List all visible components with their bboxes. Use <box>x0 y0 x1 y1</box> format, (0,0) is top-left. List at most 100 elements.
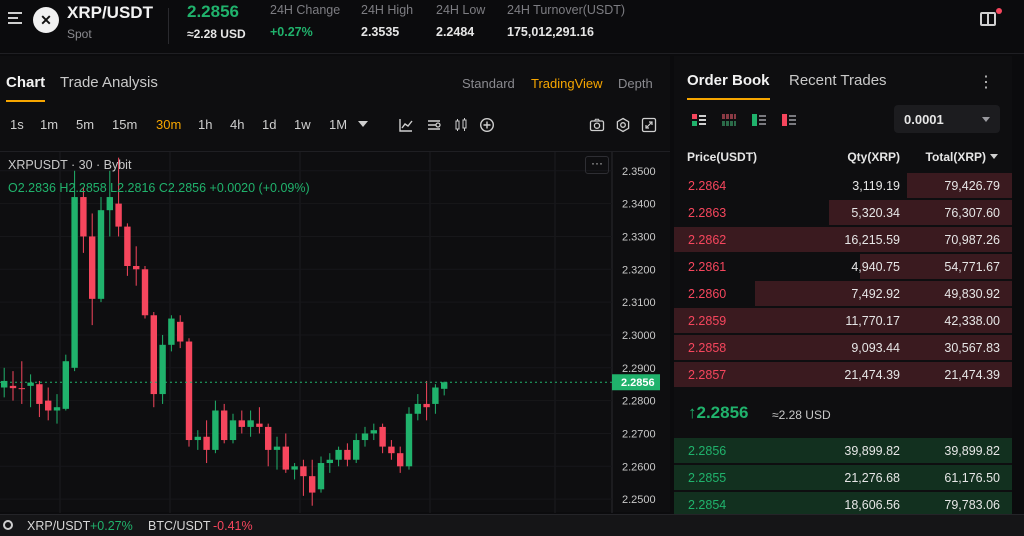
candle-up <box>194 436 201 441</box>
ask-row[interactable]: 2.2862 16,215.59 70,987.26 <box>674 226 1012 253</box>
row-qty: 3,119.19 <box>852 179 900 193</box>
tab-recent-trades[interactable]: Recent Trades <box>789 72 887 89</box>
price-tick-label: 2.2700 <box>622 428 656 440</box>
sort-caret-icon[interactable] <box>990 154 998 159</box>
pair-name[interactable]: XRP/USDT <box>67 3 153 23</box>
candle-down <box>203 436 210 450</box>
row-price: 2.2861 <box>688 260 727 274</box>
indicator-line-icon[interactable] <box>398 117 414 133</box>
price-tick-label: 2.3500 <box>622 166 656 178</box>
chart-legend-ohlc: O2.2836 H2.2858 L2.2816 C2.2856 +0.0020 … <box>8 181 310 195</box>
candle-up <box>71 197 78 368</box>
timeframe-5m[interactable]: 5m <box>76 117 94 132</box>
footer-pair[interactable]: BTC/USDT <box>148 519 211 533</box>
row-price: 2.2864 <box>688 179 727 193</box>
footer-pair[interactable]: XRP/USDT <box>27 519 90 533</box>
candle-down <box>18 388 25 390</box>
timeframe-30m[interactable]: 30m <box>156 117 181 132</box>
timeframe-15m[interactable]: 15m <box>112 117 137 132</box>
price-tick-label: 2.3200 <box>622 264 656 276</box>
ask-row[interactable]: 2.2861 4,940.75 54,771.67 <box>674 253 1012 280</box>
candle-up <box>27 382 34 386</box>
candle-down <box>115 203 122 227</box>
layout-asks-icon[interactable] <box>782 114 796 126</box>
candle-down <box>9 385 17 389</box>
tab-order-book[interactable]: Order Book <box>687 72 770 100</box>
layout-bids-icon[interactable] <box>752 114 766 126</box>
view-tradingview[interactable]: TradingView <box>531 76 603 91</box>
row-qty: 11,770.17 <box>845 314 900 328</box>
candle-up <box>62 361 69 409</box>
price-tick-label: 2.3000 <box>622 330 656 342</box>
row-price: 2.2854 <box>688 498 727 512</box>
ask-row[interactable]: 2.2857 21,474.39 21,474.39 <box>674 361 1012 388</box>
row-qty: 4,940.75 <box>851 260 900 274</box>
timeframe-1d[interactable]: 1d <box>262 117 276 132</box>
current-price-tag: 2.2856 <box>621 377 655 389</box>
candle-down <box>265 426 272 450</box>
row-qty: 21,474.39 <box>844 368 900 382</box>
candle-down <box>423 403 430 408</box>
candle-up <box>335 449 342 460</box>
tab-chart[interactable]: Chart <box>6 74 46 102</box>
camera-icon[interactable] <box>589 117 605 133</box>
timeframe-4h[interactable]: 4h <box>230 117 244 132</box>
candle-up <box>229 420 237 441</box>
view-standard[interactable]: Standard <box>462 76 515 91</box>
row-total: 21,474.39 <box>944 368 1000 382</box>
row-total: 30,567.83 <box>944 341 1000 355</box>
candle-down <box>141 269 149 316</box>
row-qty: 16,215.59 <box>844 233 900 247</box>
timeframe-1M[interactable]: 1M <box>329 117 347 132</box>
ask-row[interactable]: 2.2864 3,119.19 79,426.79 <box>674 172 1012 199</box>
tab-trade-analysis[interactable]: Trade Analysis <box>60 74 158 91</box>
layout-both-icon[interactable] <box>692 114 706 126</box>
bid-row[interactable]: 2.2856 39,899.82 39,899.82 <box>674 437 1012 464</box>
candle-down <box>80 197 87 237</box>
candle-up <box>353 440 360 460</box>
timeframe-1m[interactable]: 1m <box>40 117 58 132</box>
price-tick-label: 2.3300 <box>622 231 656 243</box>
stat-value: 175,012,291.16 <box>507 25 594 39</box>
add-indicator-icon[interactable] <box>479 117 495 133</box>
book-icon[interactable] <box>980 12 996 26</box>
row-total: 79,426.79 <box>944 179 1000 193</box>
ask-row[interactable]: 2.2860 7,492.92 49,830.92 <box>674 280 1012 307</box>
chart-canvas[interactable]: 2.3500 2.3400 2.3300 2.3200 2.3100 2.3000 2.29… <box>0 152 670 513</box>
bid-row[interactable]: 2.2855 21,276.68 61,176.50 <box>674 464 1012 491</box>
more-options-icon[interactable]: ··· <box>585 156 609 174</box>
chevron-down-icon[interactable] <box>358 121 368 127</box>
precision-value: 0.0001 <box>904 112 944 127</box>
menu-icon[interactable] <box>8 12 22 24</box>
candlestick-chart[interactable]: 2.3500 2.3400 2.3300 2.3200 2.3100 2.3000 2.29… <box>0 151 670 513</box>
chart-legend-symbol: XRPUSDT · 30 · Bybit <box>8 158 132 172</box>
stat-24h-low: 24H Low 2.2484 <box>436 3 485 39</box>
gear-icon[interactable] <box>615 117 631 133</box>
view-depth[interactable]: Depth <box>618 76 653 91</box>
row-total: 39,899.82 <box>944 444 1000 458</box>
stat-24h-high: 24H High 2.3535 <box>361 3 413 39</box>
price-tick-label: 2.3100 <box>622 297 656 309</box>
ask-row[interactable]: 2.2859 11,770.17 42,338.00 <box>674 307 1012 334</box>
precision-select[interactable]: 0.0001 <box>894 105 1000 133</box>
candle-down <box>221 410 228 441</box>
stat-24h-turnover: 24H Turnover(USDT) 175,012,291.16 <box>507 3 625 39</box>
layout-both-alt-icon[interactable] <box>722 114 736 126</box>
row-price: 2.2857 <box>688 368 727 382</box>
xrp-logo-icon: ✕ <box>33 7 59 33</box>
mid-price: ↑2.2856 <box>688 403 749 422</box>
settings-sliders-icon[interactable] <box>426 117 442 133</box>
price-tick-label: 2.3400 <box>622 199 656 211</box>
candlestick-type-icon[interactable] <box>453 117 469 133</box>
timeframe-1h[interactable]: 1h <box>198 117 212 132</box>
candle-down <box>185 341 193 441</box>
column-header-total[interactable]: Total(XRP) <box>926 150 986 164</box>
fullscreen-icon[interactable] <box>641 117 657 133</box>
stat-value: +0.27% <box>270 25 313 39</box>
ask-row[interactable]: 2.2858 9,093.44 30,567.83 <box>674 334 1012 361</box>
candle-down <box>397 453 404 467</box>
timeframe-1w[interactable]: 1w <box>294 117 311 132</box>
vertical-dots-icon[interactable]: ⋮ <box>978 72 994 92</box>
ask-row[interactable]: 2.2863 5,320.34 76,307.60 <box>674 199 1012 226</box>
timeframe-1s[interactable]: 1s <box>10 117 24 132</box>
